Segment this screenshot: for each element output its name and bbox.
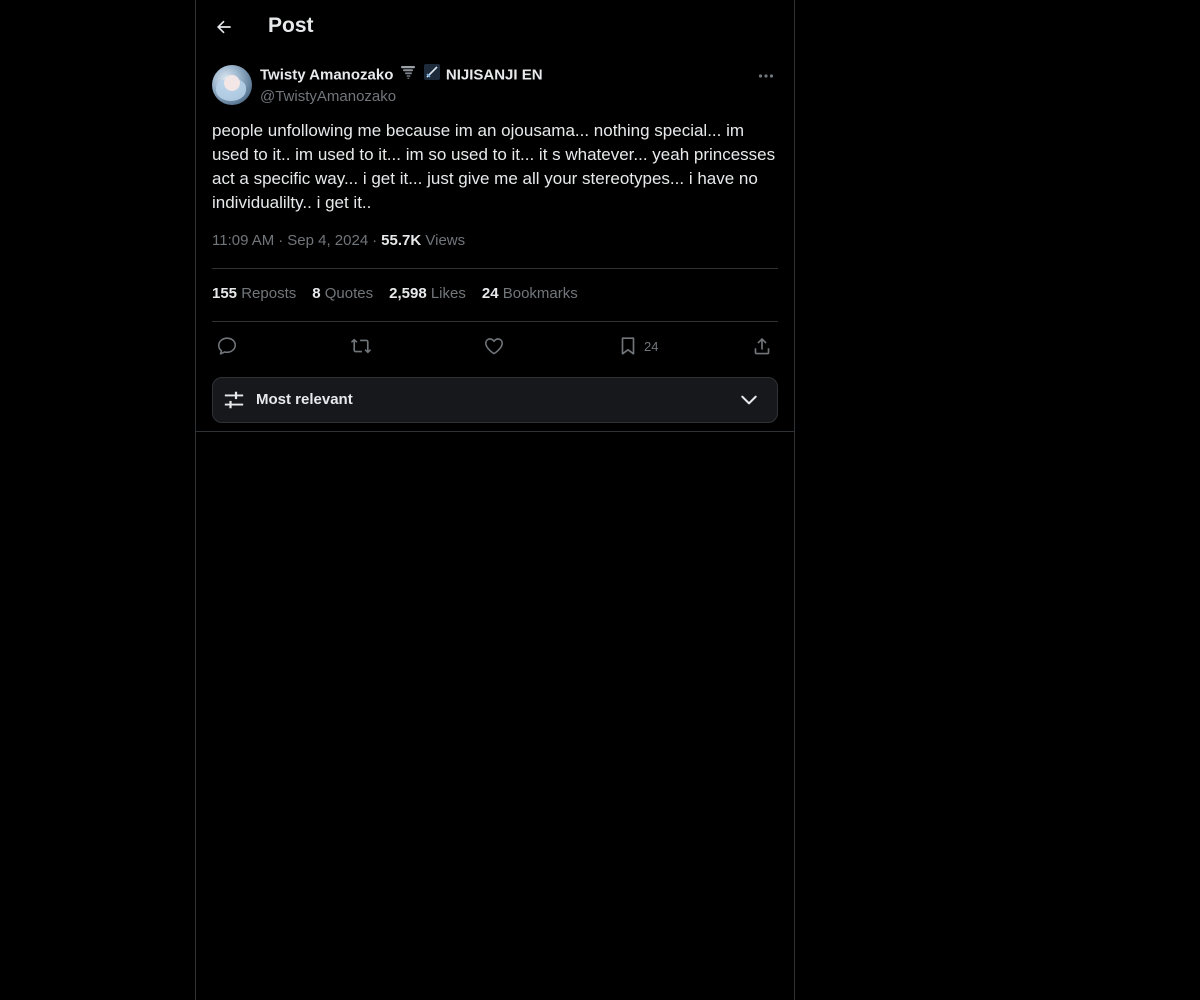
stat-quotes[interactable]: 8 Quotes xyxy=(312,285,373,302)
page-title: Post xyxy=(268,14,314,37)
author-affiliation: NIJISANJI EN xyxy=(445,66,543,84)
display-name-row[interactable]: Twisty Amanozako NIJISANJI EN xyxy=(260,64,543,87)
views-count: 55.7K xyxy=(381,232,422,249)
meta-separator: · xyxy=(372,232,378,249)
stat-reposts[interactable]: 155 Reposts xyxy=(212,285,296,302)
more-icon xyxy=(758,74,774,78)
stat-bookmarks[interactable]: 24 Bookmarks xyxy=(482,285,578,302)
author-name: Twisty Amanozako xyxy=(260,66,394,84)
reply-button[interactable] xyxy=(216,334,238,358)
bookmark-icon xyxy=(621,337,635,355)
share-icon xyxy=(754,337,770,355)
arrow-left-icon xyxy=(217,20,231,34)
stat-likes[interactable]: 2,598 Likes xyxy=(389,285,466,302)
page-header: Post xyxy=(196,0,794,54)
bookmark-button[interactable]: 24 xyxy=(617,334,658,358)
post-author: Twisty Amanozako NIJISANJI EN @TwistyAma… xyxy=(260,64,543,107)
post-stats: 155 Reposts 8 Quotes 2,598 Likes 24 Bookmar… xyxy=(212,285,594,302)
divider xyxy=(196,431,794,432)
avatar[interactable] xyxy=(212,65,252,105)
like-icon xyxy=(484,338,504,355)
post-text: people unfollowing me because im an ojou… xyxy=(212,121,776,212)
bookmark-count: 24 xyxy=(644,338,659,354)
divider xyxy=(212,268,778,269)
views-label: Views xyxy=(425,232,466,249)
reply-icon xyxy=(217,337,237,355)
author-handle[interactable]: @TwistyAmanozako xyxy=(260,87,543,107)
post-time[interactable]: 11:09 AM xyxy=(212,232,274,249)
sliders-icon xyxy=(224,391,244,409)
more-options-button[interactable] xyxy=(754,66,778,86)
like-button[interactable] xyxy=(483,334,505,358)
post-meta: 11:09 AM · Sep 4, 2024 · 55.7K Views xyxy=(212,232,465,249)
tornado-emoji-icon xyxy=(400,64,416,87)
repost-icon xyxy=(350,338,372,354)
divider xyxy=(212,321,778,322)
main-column: Post Twisty Amanozako NIJISANJI EN @Twis… xyxy=(195,0,795,1000)
action-bar: 24 xyxy=(212,334,778,358)
sword-emoji-icon xyxy=(423,64,440,87)
chevron-down-icon xyxy=(741,395,757,405)
sort-label: Most relevant xyxy=(256,391,353,408)
sort-replies-dropdown[interactable]: Most relevant xyxy=(212,377,778,423)
meta-separator: · xyxy=(278,232,284,249)
repost-button[interactable] xyxy=(349,334,373,358)
post-date[interactable]: Sep 4, 2024 xyxy=(287,232,368,249)
share-button[interactable] xyxy=(751,334,773,358)
back-button[interactable] xyxy=(208,11,240,43)
